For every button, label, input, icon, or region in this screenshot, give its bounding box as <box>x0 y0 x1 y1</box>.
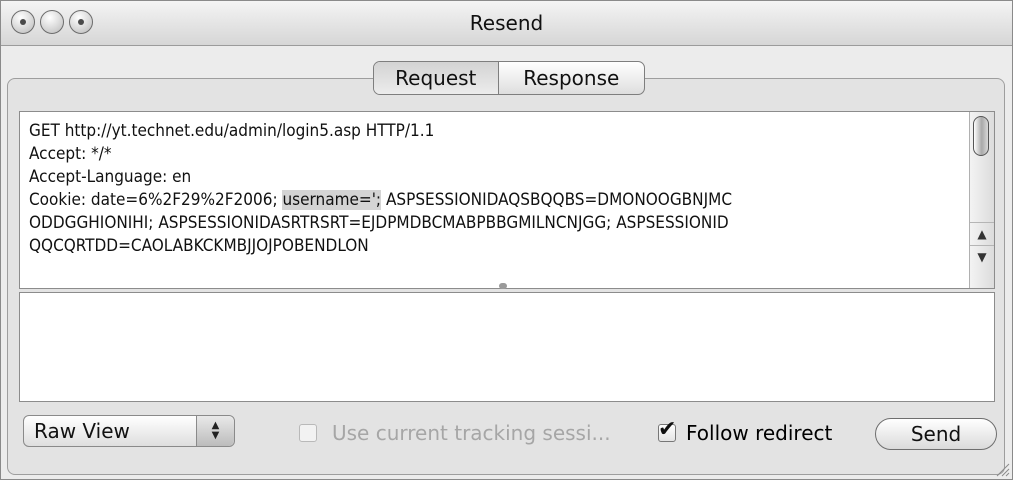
request-scrollbar[interactable]: ▲ ▼ <box>969 112 994 288</box>
tab-request[interactable]: Request <box>374 62 499 94</box>
request-response-tabs: Request Response <box>373 61 645 95</box>
cookie-text-start: Cookie: date=6%2F29%2F2006; <box>29 190 283 210</box>
selected-text-username: username='; <box>282 190 382 210</box>
scroll-up-icon[interactable]: ▲ <box>970 222 994 245</box>
split-view-handle[interactable] <box>499 283 507 289</box>
view-mode-popup[interactable]: Raw View ▲ ▼ <box>23 415 235 447</box>
follow-redirect-label: Follow redirect <box>686 421 833 445</box>
request-text-area[interactable]: GET http://yt.technet.edu/admin/login5.a… <box>19 111 995 289</box>
follow-redirect-checkbox[interactable]: ✔ <box>658 419 676 442</box>
tracking-session-checkbox[interactable] <box>299 424 317 442</box>
accept-header: Accept: */* <box>29 144 112 164</box>
scrollbar-thumb[interactable] <box>973 116 989 156</box>
scroll-down-icon[interactable]: ▼ <box>970 245 994 268</box>
view-mode-label: Raw View <box>34 419 130 443</box>
tracking-session-label: Use current tracking sessi... <box>332 421 611 445</box>
resend-window: Resend Request Response GET http://yt.te… <box>0 0 1013 480</box>
resize-grip-icon[interactable] <box>992 459 1010 477</box>
title-bar: Resend <box>1 1 1012 46</box>
tab-response[interactable]: Response <box>499 62 644 94</box>
cookie-continuation-line: ODDGGHIONIHI; ASPSESSIONIDASRTRSRT=EJDPM… <box>29 213 729 233</box>
send-button[interactable]: Send <box>875 418 997 450</box>
cookie-continuation-line: QQCQRTDD=CAOLABKCKMBJJOJPOBENDLON <box>29 236 369 256</box>
secondary-text-area[interactable] <box>19 292 995 402</box>
cookie-text-end: ASPSESSIONIDAQSBQQBS=DMONOOGBNJMC <box>381 190 733 210</box>
checkmark-icon: ✔ <box>658 417 677 442</box>
cookie-header: Cookie: date=6%2F29%2F2006; username='; … <box>29 189 969 212</box>
request-line: GET http://yt.technet.edu/admin/login5.a… <box>29 121 435 141</box>
window-title: Resend <box>469 11 544 35</box>
accept-language-header: Accept-Language: en <box>29 167 192 187</box>
request-text: GET http://yt.technet.edu/admin/login5.a… <box>29 120 969 258</box>
popup-arrows-icon: ▲ ▼ <box>196 416 234 446</box>
